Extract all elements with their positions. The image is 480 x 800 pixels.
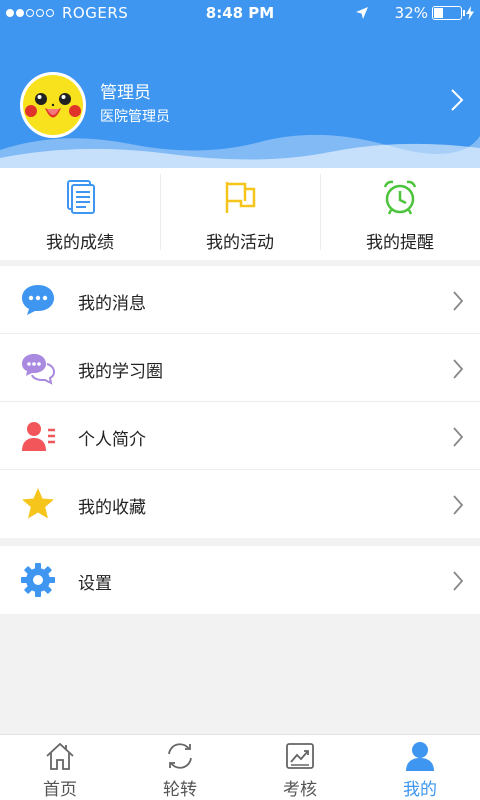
settings-list: 设置: [0, 546, 480, 614]
tab-rotation[interactable]: 轮转: [120, 735, 240, 800]
tab-label-assessment: 考核: [283, 780, 317, 800]
quick-actions: 我的成绩 我的活动 我的提醒: [0, 168, 480, 260]
alarm-clock-icon: [383, 180, 417, 215]
menu-list: 我的消息 我的学习圈 个人简介 我的收藏: [0, 266, 480, 538]
menu-item-profile[interactable]: 个人简介: [0, 402, 480, 470]
quick-item-reminders[interactable]: 我的提醒: [320, 168, 480, 260]
quick-item-scores[interactable]: 我的成绩: [0, 168, 160, 260]
group-chat-icon: [22, 354, 56, 385]
chevron-right-icon: [453, 427, 464, 447]
user-name: 管理员: [100, 83, 151, 103]
tab-home[interactable]: 首页: [0, 735, 120, 800]
quick-label-reminders: 我的提醒: [366, 233, 434, 253]
pikachu-avatar-icon: [23, 75, 83, 135]
menu-label-favorites: 我的收藏: [78, 498, 146, 518]
user-role: 医院管理员: [100, 109, 170, 125]
home-icon: [46, 742, 74, 770]
quick-item-activities[interactable]: 我的活动: [160, 168, 320, 260]
tab-label-rotation: 轮转: [163, 780, 197, 800]
chevron-right-icon[interactable]: [450, 88, 464, 112]
quick-label-activities: 我的活动: [206, 233, 274, 253]
chevron-right-icon: [453, 291, 464, 311]
chevron-right-icon: [453, 359, 464, 379]
charging-bolt-icon: [466, 6, 474, 20]
menu-label-profile: 个人简介: [78, 430, 146, 450]
quick-label-scores: 我的成绩: [46, 233, 114, 253]
location-arrow-icon: [355, 7, 368, 19]
refresh-icon: [168, 743, 192, 769]
tab-assessment[interactable]: 考核: [240, 735, 360, 800]
document-icon: [67, 180, 95, 214]
chat-bubble-icon: [22, 285, 54, 315]
chevron-right-icon: [453, 571, 464, 591]
star-icon: [22, 488, 54, 519]
menu-label-settings: 设置: [78, 574, 112, 594]
flag-icon: [225, 182, 256, 213]
profile-header: ROGERS 8:48 PM 32% 管理员 医院管理员: [0, 0, 480, 168]
bottom-tab-bar: 首页 轮转 考核 我的: [0, 734, 480, 800]
chevron-right-icon: [453, 495, 464, 515]
gear-icon: [21, 563, 55, 597]
menu-item-messages[interactable]: 我的消息: [0, 266, 480, 334]
battery-icon: [432, 6, 465, 20]
menu-item-study-circle[interactable]: 我的学习圈: [0, 334, 480, 402]
menu-item-settings[interactable]: 设置: [0, 546, 480, 614]
status-bar: ROGERS 8:48 PM 32%: [0, 0, 480, 28]
chart-icon: [286, 743, 314, 769]
menu-label-study-circle: 我的学习圈: [78, 362, 163, 382]
menu-item-favorites[interactable]: 我的收藏: [0, 470, 480, 538]
header-wave-decoration: [0, 134, 480, 168]
menu-label-messages: 我的消息: [78, 294, 146, 314]
tab-mine[interactable]: 我的: [360, 735, 480, 800]
battery-percent: 32%: [394, 4, 428, 22]
person-card-icon: [22, 422, 55, 451]
tab-label-mine: 我的: [403, 780, 437, 800]
battery-fill: [434, 8, 443, 18]
user-icon: [406, 742, 434, 771]
tab-label-home: 首页: [43, 780, 77, 800]
status-right: 32%: [355, 4, 474, 22]
